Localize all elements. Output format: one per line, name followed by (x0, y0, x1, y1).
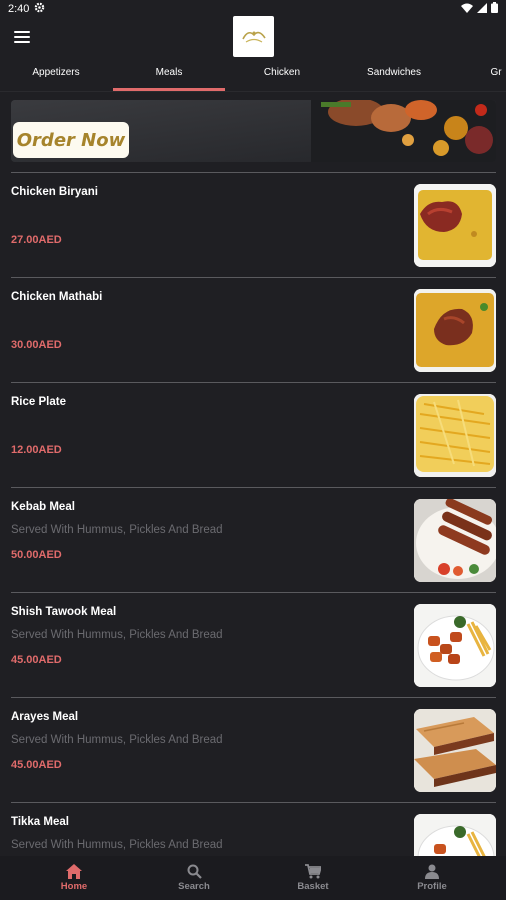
item-price: 12.00AED (11, 444, 62, 456)
order-now-banner[interactable]: Order Now (11, 100, 496, 162)
settings-icon (34, 2, 45, 16)
hamburger-icon[interactable] (14, 31, 30, 45)
item-name: Chicken Biryani (11, 186, 98, 198)
menu-item[interactable]: Chicken Biryani 27.00AED (11, 172, 496, 277)
home-icon (66, 864, 82, 879)
app-bar (0, 16, 506, 60)
item-name: Arayes Meal (11, 711, 79, 723)
tab-grills[interactable]: Gr (440, 60, 506, 92)
restaurant-logo (233, 16, 274, 57)
cart-icon (305, 864, 321, 879)
item-name: Shish Tawook Meal (11, 606, 117, 618)
search-icon (187, 864, 202, 879)
status-time: 2:40 (8, 3, 30, 15)
menu-item[interactable]: Chicken Mathabi 30.00AED (11, 277, 496, 382)
item-description: Served With Hummus, Pickles And Bread (11, 734, 223, 746)
nav-home[interactable]: Home (14, 856, 134, 900)
tab-meals[interactable]: Meals (113, 60, 225, 92)
item-name: Rice Plate (11, 396, 66, 408)
menu-item[interactable]: Rice Plate 12.00AED (11, 382, 496, 487)
item-price: 45.00AED (11, 759, 62, 771)
tabs-divider (0, 91, 506, 92)
item-price: 27.00AED (11, 234, 62, 246)
chicken-mathabi-image (414, 289, 496, 372)
nav-profile[interactable]: Profile (372, 856, 492, 900)
nav-basket[interactable]: Basket (253, 856, 373, 900)
menu-item[interactable]: Kebab Meal Served With Hummus, Pickles A… (11, 487, 496, 592)
item-description: Served With Hummus, Pickles And Bread (11, 839, 223, 851)
nav-profile-label: Profile (417, 881, 447, 892)
arayes-image (414, 709, 496, 792)
item-name: Chicken Mathabi (11, 291, 103, 303)
menu-item[interactable]: Shish Tawook Meal Served With Hummus, Pi… (11, 592, 496, 697)
tab-chicken[interactable]: Chicken (226, 60, 338, 92)
item-name: Tikka Meal (11, 816, 69, 828)
item-price: 45.00AED (11, 654, 62, 666)
item-description: Served With Hummus, Pickles And Bread (11, 524, 223, 536)
shish-tawook-image (414, 604, 496, 687)
item-description: Served With Hummus, Pickles And Bread (11, 629, 223, 641)
item-price: 50.00AED (11, 549, 62, 561)
nav-home-label: Home (60, 881, 88, 892)
profile-icon (425, 864, 439, 879)
nav-search-label: Search (178, 881, 210, 892)
battery-icon (491, 2, 498, 13)
category-tabs: Appetizers Meals Chicken Sandwiches Gr (0, 60, 506, 92)
nav-search[interactable]: Search (134, 856, 254, 900)
item-price: 30.00AED (11, 339, 62, 351)
rice-plate-image (414, 394, 496, 477)
menu-item[interactable]: Arayes Meal Served With Hummus, Pickles … (11, 697, 496, 802)
chicken-biryani-image (414, 184, 496, 267)
order-now-button[interactable]: Order Now (13, 122, 129, 158)
item-name: Kebab Meal (11, 501, 75, 513)
kebab-meal-image (414, 499, 496, 582)
wifi-icon (461, 3, 473, 13)
tab-sandwiches[interactable]: Sandwiches (338, 60, 450, 92)
nav-basket-label: Basket (297, 881, 329, 892)
tab-appetizers[interactable]: Appetizers (0, 60, 112, 92)
signal-icon (477, 2, 487, 13)
bottom-navigation: Home Search Basket Profile (0, 856, 506, 900)
